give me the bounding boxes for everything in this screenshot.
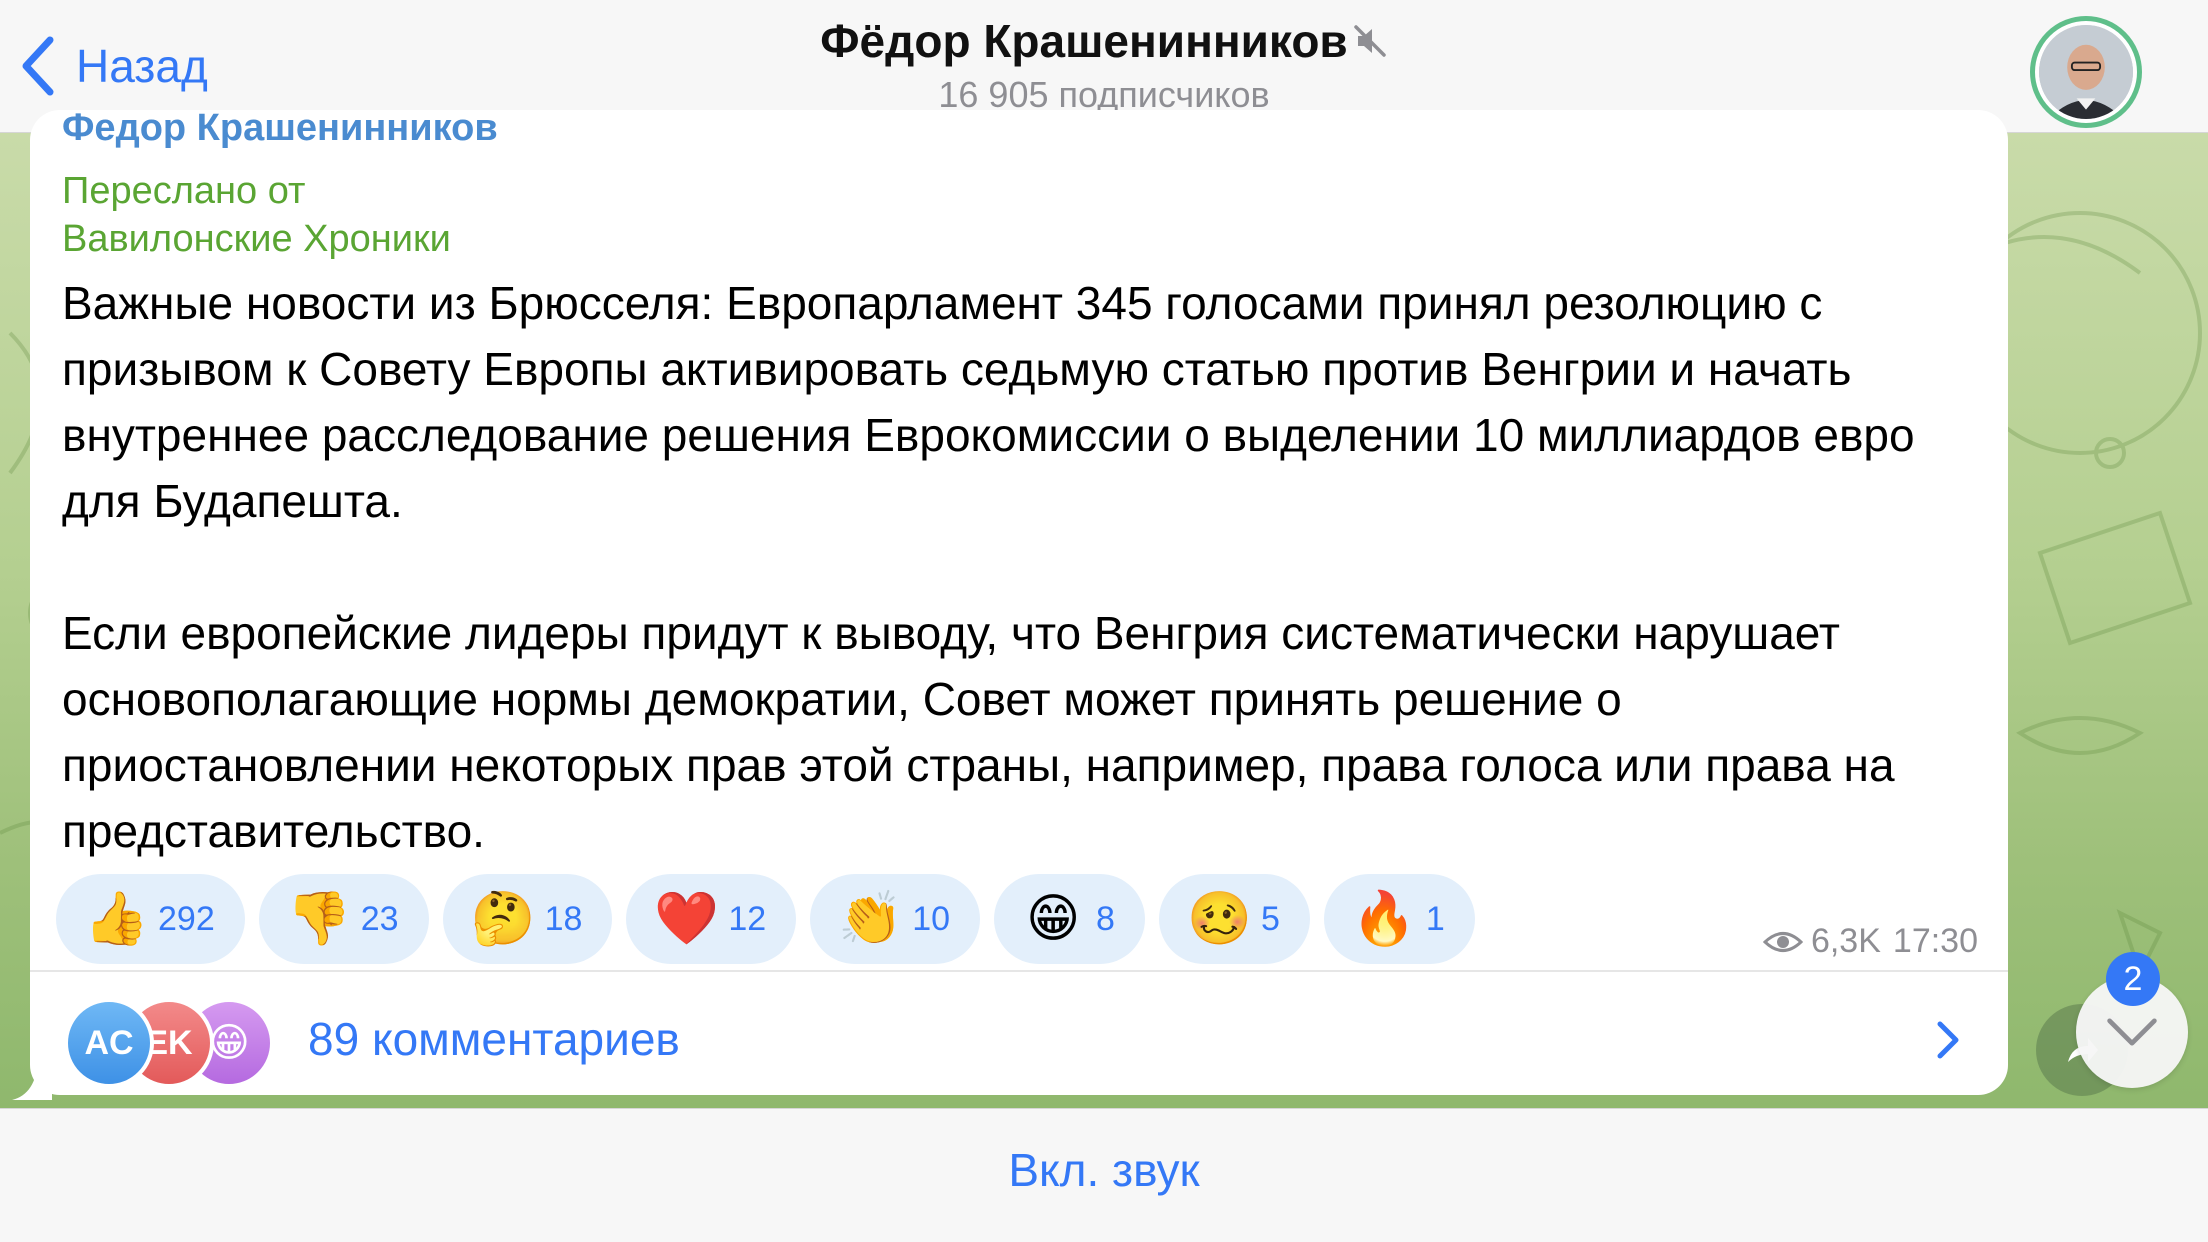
reaction-woozy[interactable]: 🥴 5 bbox=[1158, 874, 1310, 964]
muted-speaker-icon bbox=[1353, 25, 1386, 57]
bottom-bar: Вкл. звук bbox=[0, 1108, 2208, 1242]
reaction-count: 10 bbox=[912, 899, 951, 938]
channel-title: Фёдор Крашенинников bbox=[820, 15, 1348, 67]
commenter-avatar: AC bbox=[64, 998, 154, 1088]
message-paragraph: Если европейские лидеры придут к выводу,… bbox=[62, 607, 1895, 857]
reaction-count: 8 bbox=[1096, 899, 1115, 938]
reaction-count: 18 bbox=[544, 899, 583, 938]
reaction-thinking[interactable]: 🤔 18 bbox=[442, 874, 613, 964]
channel-avatar[interactable] bbox=[2030, 16, 2142, 128]
reaction-thumbs-down[interactable]: 👎 23 bbox=[258, 874, 429, 964]
avatar-photo bbox=[2039, 25, 2133, 119]
message-time: 17:30 bbox=[1892, 922, 1978, 960]
forwarded-label: Переслано от bbox=[62, 170, 306, 212]
reaction-clapping[interactable]: 👏 10 bbox=[810, 874, 981, 964]
reaction-heart[interactable]: ❤️ 12 bbox=[626, 874, 797, 964]
unmute-button[interactable]: Вкл. звук bbox=[0, 1143, 2208, 1197]
clapping-hands-icon: 👏 bbox=[838, 889, 903, 949]
reaction-count: 23 bbox=[360, 899, 399, 938]
chevron-down-icon bbox=[2107, 1018, 2157, 1046]
reaction-count: 1 bbox=[1425, 899, 1445, 938]
comments-button[interactable]: AC EK 😁 89 комментариев bbox=[30, 972, 2008, 1095]
unread-count-badge: 2 bbox=[2106, 952, 2160, 1006]
message-sender[interactable]: Федор Крашенинников bbox=[62, 110, 498, 150]
reaction-fire[interactable]: 🔥 1 bbox=[1323, 874, 1475, 964]
reaction-grin[interactable]: 😁 8 bbox=[994, 874, 1145, 964]
message-paragraph: Важные новости из Брюсселя: Европарламен… bbox=[62, 277, 1915, 527]
comments-count-label: 89 комментариев bbox=[308, 1013, 680, 1065]
reaction-count: 5 bbox=[1260, 899, 1280, 938]
eye-icon bbox=[1762, 931, 1803, 952]
channel-title-row[interactable]: Фёдор Крашенинников bbox=[0, 14, 2208, 68]
thumbs-down-icon: 👎 bbox=[286, 889, 352, 949]
reaction-count: 12 bbox=[728, 899, 767, 938]
reaction-count: 292 bbox=[158, 899, 215, 938]
reaction-thumbs-up[interactable]: 👍 292 bbox=[56, 874, 245, 964]
red-heart-icon: ❤️ bbox=[654, 889, 720, 949]
message-text: Важные новости из Брюсселя: Европарламен… bbox=[62, 270, 1982, 864]
thumbs-up-icon: 👍 bbox=[84, 889, 149, 949]
forwarded-source-link[interactable]: Вавилонские Хроники bbox=[62, 218, 451, 261]
woozy-face-icon: 🥴 bbox=[1186, 889, 1252, 949]
message-meta: 6,3K 17:30 bbox=[1762, 922, 1978, 961]
thinking-face-icon: 🤔 bbox=[470, 889, 536, 949]
chevron-right-icon bbox=[1937, 1021, 1959, 1059]
person-photo-icon bbox=[2039, 25, 2133, 119]
message-bubble[interactable]: Федор Крашенинников Переслано от Вавилон… bbox=[30, 110, 2008, 1095]
view-count: 6,3K bbox=[1810, 922, 1881, 960]
reactions-bar: 👍 292 👎 23 🤔 18 ❤️ 12 👏 10 😁 8 🥴 5 🔥 1 bbox=[56, 874, 1475, 964]
grinning-face-icon: 😁 bbox=[1025, 889, 1081, 949]
fire-icon: 🔥 bbox=[1351, 889, 1417, 949]
